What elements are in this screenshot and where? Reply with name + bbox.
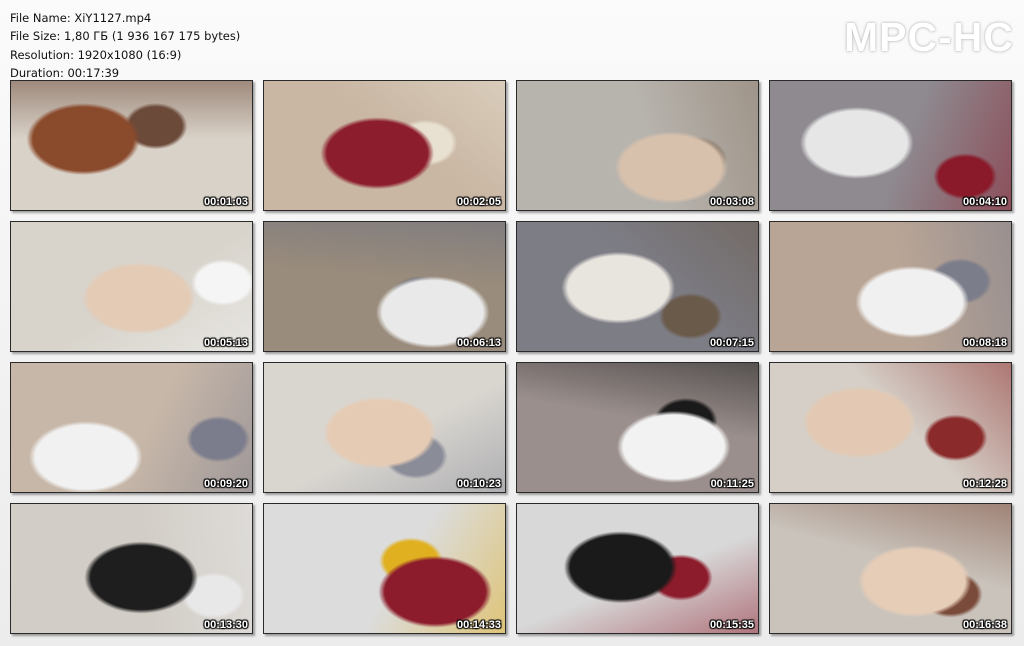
- thumbnail-image: [770, 222, 1011, 351]
- thumbnail-image: [264, 222, 505, 351]
- video-thumbnail[interactable]: 00:13:30: [10, 503, 253, 634]
- thumbnail-grid: 00:01:03 00:02:05 00:03:08 00:04:10 00:05:13…: [0, 0, 1024, 646]
- video-thumbnail[interactable]: 00:11:25: [516, 362, 759, 493]
- video-thumbnail[interactable]: 00:08:18: [769, 221, 1012, 352]
- thumbnail-image: [517, 363, 758, 492]
- thumbnail-timestamp: 00:06:13: [456, 337, 501, 349]
- thumbnail-timestamp: 00:03:08: [709, 196, 754, 208]
- thumbnail-image: [517, 81, 758, 210]
- thumbnail-image: [11, 81, 252, 210]
- thumbnail-timestamp: 00:04:10: [962, 196, 1007, 208]
- thumbnail-image: [11, 504, 252, 633]
- thumbnail-timestamp: 00:05:13: [203, 337, 248, 349]
- video-thumbnail[interactable]: 00:02:05: [263, 80, 506, 211]
- thumbnail-image: [11, 363, 252, 492]
- thumbnail-timestamp: 00:01:03: [203, 196, 248, 208]
- thumbnail-image: [264, 363, 505, 492]
- thumbnail-timestamp: 00:09:20: [203, 478, 248, 490]
- video-thumbnail[interactable]: 00:09:20: [10, 362, 253, 493]
- video-thumbnail[interactable]: 00:03:08: [516, 80, 759, 211]
- thumbnail-timestamp: 00:12:28: [962, 478, 1007, 490]
- video-thumbnail[interactable]: 00:01:03: [10, 80, 253, 211]
- thumbnail-image: [264, 504, 505, 633]
- thumbnail-timestamp: 00:13:30: [203, 619, 248, 631]
- video-thumbnail[interactable]: 00:06:13: [263, 221, 506, 352]
- thumbnail-timestamp: 00:02:05: [456, 196, 501, 208]
- video-thumbnail[interactable]: 00:12:28: [769, 362, 1012, 493]
- thumbnail-image: [11, 222, 252, 351]
- thumbnail-image: [770, 363, 1011, 492]
- thumbnail-timestamp: 00:11:25: [710, 478, 754, 490]
- thumbnail-image: [770, 504, 1011, 633]
- thumbnail-image: [264, 81, 505, 210]
- video-thumbnail[interactable]: 00:10:23: [263, 362, 506, 493]
- video-thumbnail[interactable]: 00:04:10: [769, 80, 1012, 211]
- video-thumbnail[interactable]: 00:15:35: [516, 503, 759, 634]
- video-thumbnail[interactable]: 00:07:15: [516, 221, 759, 352]
- thumbnail-timestamp: 00:15:35: [709, 619, 754, 631]
- thumbnail-image: [517, 504, 758, 633]
- video-thumbnail[interactable]: 00:14:33: [263, 503, 506, 634]
- thumbnail-image: [517, 222, 758, 351]
- thumbnail-timestamp: 00:14:33: [456, 619, 501, 631]
- thumbnail-timestamp: 00:08:18: [962, 337, 1007, 349]
- thumbnail-timestamp: 00:10:23: [456, 478, 501, 490]
- video-thumbnail[interactable]: 00:16:38: [769, 503, 1012, 634]
- thumbnail-image: [770, 81, 1011, 210]
- thumbnail-timestamp: 00:16:38: [962, 619, 1007, 631]
- thumbnail-timestamp: 00:07:15: [709, 337, 754, 349]
- video-thumbnail[interactable]: 00:05:13: [10, 221, 253, 352]
